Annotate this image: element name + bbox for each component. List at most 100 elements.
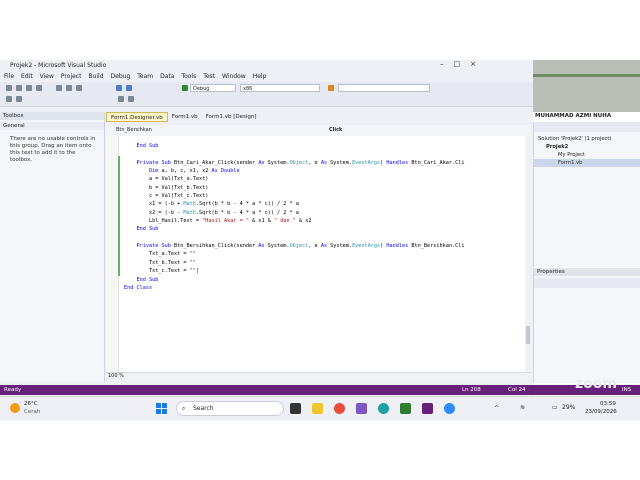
code-line[interactable]: x1 = (-b + Math.Sqrt(b * b - 4 * a * c))… (124, 200, 465, 208)
chrome-icon[interactable] (334, 403, 345, 414)
code-token: Txt_c.Text = (149, 268, 190, 275)
clock-date[interactable]: 23/09/2026 (585, 409, 617, 415)
horizontal-scrollbar[interactable]: 100 % (106, 372, 531, 381)
code-line[interactable]: Private Sub Btn_Cari_Akar_Click(sender A… (124, 159, 465, 167)
code-text[interactable]: End Sub Private Sub Btn_Cari_Akar_Click(… (124, 142, 465, 292)
code-token: End Class (124, 284, 153, 291)
new-project-icon[interactable] (6, 85, 12, 91)
solution-node[interactable]: Solution 'Projek2' (1 project) (534, 135, 640, 143)
menu-debug[interactable]: Debug (111, 73, 131, 80)
save-icon[interactable] (26, 85, 32, 91)
menu-edit[interactable]: Edit (21, 73, 33, 80)
tab-form1-vb[interactable]: Form1.vb (168, 112, 202, 122)
indent-icon[interactable] (6, 96, 12, 102)
excel-icon[interactable] (400, 403, 411, 414)
task-view-icon[interactable] (290, 403, 301, 414)
weather-desc[interactable]: Cerah (24, 409, 40, 415)
start-button[interactable] (156, 403, 167, 414)
code-line[interactable]: End Sub (124, 225, 465, 233)
code-line[interactable]: c = Val(Txt_c.Text) (124, 192, 465, 200)
zoom-app-icon[interactable] (444, 403, 455, 414)
code-line[interactable]: End Sub (124, 142, 465, 150)
platform-select[interactable]: x86 (240, 84, 320, 92)
uncomment-icon[interactable] (128, 96, 134, 102)
status-line: Ln 208 (462, 387, 481, 393)
save-all-icon[interactable] (36, 85, 42, 91)
copy-icon[interactable] (66, 85, 72, 91)
app-icon[interactable] (356, 403, 367, 414)
find-icon[interactable] (328, 85, 334, 91)
code-line[interactable]: End Sub (124, 276, 465, 284)
code-line[interactable]: Lbl_Hasil.Text = "Hasil Akar = " & x1 & … (124, 217, 465, 225)
code-token: " dan " (273, 218, 296, 225)
vertical-scroll-thumb[interactable] (526, 326, 530, 344)
class-dropdown[interactable]: Btn_Bersihkan (114, 126, 319, 134)
code-token: System. (327, 159, 353, 166)
code-token: Txt_b.Text = (149, 259, 190, 266)
code-line[interactable]: Txt_b.Text = "" (124, 259, 465, 267)
code-line[interactable] (124, 234, 465, 242)
tray-chevron-icon[interactable]: ^ (494, 405, 499, 412)
menu-build[interactable]: Build (88, 73, 103, 80)
tab-form1-design[interactable]: Form1.vb [Design] (202, 112, 261, 122)
clock-time[interactable]: 03:59 (600, 401, 616, 407)
menu-window[interactable]: Window (222, 73, 246, 80)
outdent-icon[interactable] (16, 96, 22, 102)
code-line[interactable] (124, 150, 465, 158)
project-node[interactable]: Projek2 (534, 143, 640, 151)
battery-icon[interactable]: ▭ (552, 404, 558, 411)
undo-icon[interactable] (116, 85, 122, 91)
battery-percent[interactable]: 29% (562, 404, 575, 411)
form1-node[interactable]: Form1.vb (534, 159, 640, 167)
taskbar-search[interactable]: ⌕ Search (176, 401, 284, 416)
weather-temp[interactable]: 26°C (24, 401, 38, 407)
menu-test[interactable]: Test (203, 73, 215, 80)
menu-data[interactable]: Data (160, 73, 174, 80)
toolbox-title: Toolbox (0, 112, 104, 120)
minimize-icon[interactable]: – (440, 60, 444, 68)
method-dropdown[interactable]: Click (327, 126, 531, 134)
start-icon[interactable] (182, 85, 188, 91)
my-project-node[interactable]: My Project (534, 151, 640, 159)
zoom-level[interactable]: 100 % (108, 373, 124, 379)
visual-studio-icon[interactable] (422, 403, 433, 414)
cut-icon[interactable] (56, 85, 62, 91)
tab-designer-vb[interactable]: Form1.Designer.vb (106, 112, 168, 122)
code-line[interactable]: b = Val(Txt_b.Text) (124, 184, 465, 192)
menu-help[interactable]: Help (253, 73, 267, 80)
wifi-icon[interactable]: ≋ (520, 404, 525, 411)
redo-icon[interactable] (126, 85, 132, 91)
find-box[interactable] (338, 84, 430, 92)
file-explorer-icon[interactable] (312, 403, 323, 414)
menu-team[interactable]: Team (137, 73, 153, 80)
toolbox-group[interactable]: General (0, 122, 104, 130)
config-select[interactable]: Debug (190, 84, 236, 92)
paste-icon[interactable] (76, 85, 82, 91)
window-title: Projek2 - Microsoft Visual Studio (10, 61, 107, 69)
properties-panel: Properties (533, 268, 640, 383)
code-line[interactable]: Dim a, b, c, x1, x2 As Double (124, 167, 465, 175)
code-token: Math (183, 201, 196, 208)
code-token: c = Val(Txt_c.Text) (149, 193, 209, 200)
code-line[interactable]: a = Val(Txt_a.Text) (124, 175, 465, 183)
vertical-scrollbar[interactable] (525, 136, 531, 372)
code-line[interactable]: Txt_c.Text = ""| (124, 267, 465, 275)
code-line[interactable]: End Class (124, 284, 465, 292)
zoom-watermark: zoom (575, 376, 617, 392)
code-token: Lbl_Hasil.Text = (149, 218, 203, 225)
edge-icon[interactable] (378, 403, 389, 414)
code-token: & x1 & (248, 218, 274, 225)
code-token: Handles (386, 243, 409, 250)
comment-icon[interactable] (118, 96, 124, 102)
menu-tools[interactable]: Tools (181, 73, 196, 80)
menu-file[interactable]: File (4, 73, 14, 80)
code-line[interactable]: Private Sub Btn_Bersihkan_Click(sender A… (124, 242, 465, 250)
code-line[interactable]: x2 = (-b - Math.Sqrt(b * b - 4 * a * c))… (124, 209, 465, 217)
weather-icon[interactable] (10, 403, 20, 413)
menu-project[interactable]: Project (61, 73, 82, 80)
open-icon[interactable] (16, 85, 22, 91)
close-icon[interactable]: × (470, 60, 476, 68)
menu-view[interactable]: View (40, 73, 54, 80)
code-line[interactable]: Txt_a.Text = "" (124, 250, 465, 258)
maximize-icon[interactable]: □ (454, 60, 461, 68)
